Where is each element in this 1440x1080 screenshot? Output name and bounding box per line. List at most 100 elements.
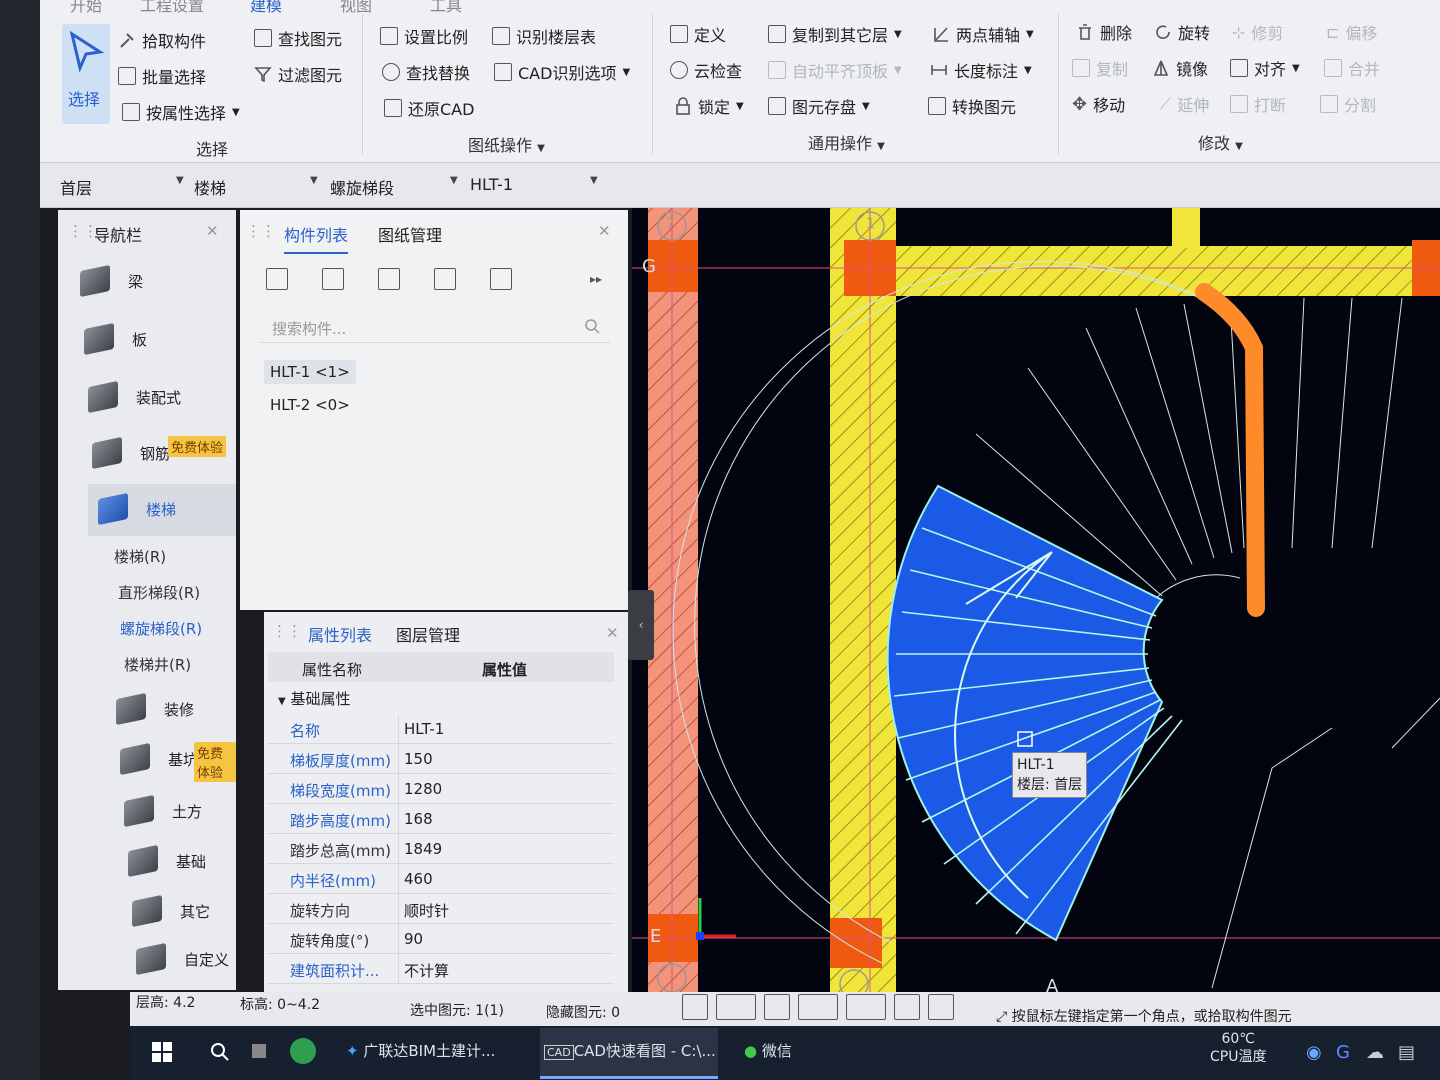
auto-slab-align-button[interactable]: 自动平齐顶板 ▼ bbox=[768, 58, 902, 82]
dimension-input-icon[interactable] bbox=[846, 994, 886, 1020]
wall-stub[interactable] bbox=[1172, 208, 1200, 248]
table-row[interactable]: 建筑面积计... 不计算 bbox=[268, 954, 614, 984]
ortho-icon[interactable] bbox=[682, 994, 708, 1020]
split-button[interactable]: 分割 bbox=[1320, 92, 1376, 116]
search-input[interactable]: 搜索构件... bbox=[272, 318, 346, 339]
tab-tools[interactable]: 工具 bbox=[430, 0, 462, 16]
table-row[interactable]: 旋转方向 顺时针 bbox=[268, 894, 614, 924]
new-component-icon[interactable] bbox=[266, 268, 288, 290]
cloud-icon[interactable]: ☁ bbox=[1366, 1042, 1384, 1063]
select-by-attribute-button[interactable]: 按属性选择 ▼ bbox=[122, 100, 240, 124]
windows-start-icon[interactable] bbox=[152, 1042, 172, 1062]
panel-collapse-toggle[interactable]: ‹ bbox=[628, 590, 654, 660]
type-select[interactable]: 螺旋梯段 ▼ bbox=[330, 175, 460, 199]
nav-item-custom[interactable]: 自定义 bbox=[136, 942, 229, 976]
move-button[interactable]: ✥ 移动 bbox=[1072, 92, 1125, 116]
spiral-stair-flight[interactable] bbox=[886, 484, 1164, 942]
search-icon[interactable] bbox=[210, 1042, 230, 1062]
category-select[interactable]: 楼梯 ▼ bbox=[194, 175, 320, 199]
sub-item-straight-flight[interactable]: 直形梯段(R) bbox=[118, 582, 200, 603]
floor-select[interactable]: 首层 ▼ bbox=[60, 175, 186, 199]
display-icon[interactable] bbox=[894, 994, 920, 1020]
cross-icon[interactable] bbox=[764, 994, 790, 1020]
two-point-axis-button[interactable]: 两点辅轴 ▼ bbox=[932, 22, 1034, 46]
component-select[interactable]: HLT-1 ▼ bbox=[470, 175, 600, 194]
tab-modeling[interactable]: 建模 bbox=[250, 0, 282, 16]
close-icon[interactable]: ✕ bbox=[206, 222, 219, 240]
duplicate-icon[interactable] bbox=[434, 268, 456, 290]
sub-item-stairwell[interactable]: 楼梯井(R) bbox=[124, 654, 191, 675]
break-button[interactable]: 打断 bbox=[1230, 92, 1286, 116]
sub-item-stair[interactable]: 楼梯(R) bbox=[114, 546, 166, 567]
filter-element-button[interactable]: 过滤图元 bbox=[254, 62, 342, 86]
cad-options-button[interactable]: CAD识别选项 ▼ bbox=[494, 60, 630, 84]
drag-handle-icon[interactable]: ⋮⋮ bbox=[272, 622, 302, 640]
set-scale-button[interactable]: 设置比例 bbox=[380, 24, 468, 48]
offset-button[interactable]: ⊏ 偏移 bbox=[1326, 20, 1377, 44]
tab-layer-management[interactable]: 图层管理 bbox=[396, 622, 460, 646]
tab-drawing-management[interactable]: 图纸管理 bbox=[378, 222, 442, 246]
define-button[interactable]: 定义 bbox=[670, 22, 726, 46]
convert-element-button[interactable]: 转换图元 bbox=[928, 94, 1016, 118]
table-row[interactable]: 旋转角度(°) 90 bbox=[268, 924, 614, 954]
taskbar-app-wechat[interactable]: ● 微信 bbox=[744, 1040, 792, 1061]
snap-icon[interactable] bbox=[716, 994, 756, 1020]
component-search[interactable]: 搜索构件... bbox=[260, 310, 610, 343]
align-button[interactable]: 对齐 ▼ bbox=[1230, 56, 1300, 80]
delete-component-icon[interactable] bbox=[378, 268, 400, 290]
table-row[interactable]: 内半径(mm) 460 bbox=[268, 864, 614, 894]
mirror-button[interactable]: 镜像 bbox=[1152, 56, 1208, 80]
tab-project-settings[interactable]: 工程设置 bbox=[140, 0, 204, 16]
nav-item-beam[interactable]: 梁 bbox=[80, 264, 143, 298]
batch-select-button[interactable]: 批量选择 bbox=[118, 64, 206, 88]
lock-button[interactable]: 锁定 ▼ bbox=[674, 94, 744, 118]
nav-item-decoration[interactable]: 装修 bbox=[116, 692, 194, 726]
element-save-button[interactable]: 图元存盘 ▼ bbox=[768, 94, 870, 118]
merge-button[interactable]: 合并 bbox=[1324, 56, 1380, 80]
drawing-canvas[interactable]: G E A 7 1 HLT-1 楼层: 首层 bbox=[632, 208, 1440, 996]
cad-drawing[interactable] bbox=[632, 208, 1440, 996]
pick-component-button[interactable]: 拾取构件 bbox=[118, 28, 206, 52]
taskbar-app-glodon[interactable]: ✦ 广联达BIM土建计... bbox=[346, 1040, 516, 1061]
sub-item-spiral-flight[interactable]: 螺旋梯段(R) bbox=[120, 618, 202, 639]
extend-button[interactable]: ⟋ 延伸 bbox=[1160, 92, 1209, 116]
close-icon[interactable]: ✕ bbox=[598, 222, 611, 240]
list-item[interactable]: HLT-2 <0> bbox=[270, 396, 350, 414]
polar-icon[interactable] bbox=[928, 994, 954, 1020]
copy-button[interactable]: 复制 bbox=[1072, 56, 1128, 80]
nav-item-rebar[interactable]: 钢筋 bbox=[92, 436, 170, 470]
printer-icon[interactable]: ▤ bbox=[1398, 1042, 1415, 1063]
filter-component-icon[interactable] bbox=[490, 268, 512, 290]
table-row[interactable]: 梯板厚度(mm) 150 bbox=[268, 744, 614, 774]
tab-start[interactable]: 开始 bbox=[70, 0, 102, 16]
nav-item-prefab[interactable]: 装配式 bbox=[88, 380, 181, 414]
tab-component-list[interactable]: 构件列表 bbox=[284, 222, 349, 254]
table-row[interactable]: 踏步总高(mm) 1849 bbox=[268, 834, 614, 864]
list-item[interactable]: HLT-1 <1> bbox=[264, 360, 356, 384]
table-row[interactable]: 踏步高度(mm) 168 bbox=[268, 804, 614, 834]
copy-component-icon[interactable] bbox=[322, 268, 344, 290]
taskbar-app-cad[interactable]: CAD CAD快速看图 - C:\... bbox=[544, 1040, 716, 1061]
close-icon[interactable]: ✕ bbox=[606, 624, 619, 642]
browser-icon[interactable] bbox=[290, 1038, 316, 1064]
nav-item-stairs[interactable]: 楼梯 bbox=[98, 492, 176, 526]
find-replace-button[interactable]: 查找替换 bbox=[382, 60, 470, 84]
drag-handle-icon[interactable]: ⋮⋮ bbox=[246, 222, 276, 240]
angle-icon[interactable] bbox=[798, 994, 838, 1020]
nav-item-foundation[interactable]: 基础 bbox=[128, 844, 206, 878]
tab-property-list[interactable]: 属性列表 bbox=[308, 622, 372, 646]
select-tool-button[interactable]: 选择 bbox=[62, 24, 110, 124]
task-view-icon[interactable] bbox=[252, 1044, 266, 1058]
table-row[interactable]: 梯段宽度(mm) 1280 bbox=[268, 774, 614, 804]
tray-app-icon[interactable]: G bbox=[1336, 1042, 1350, 1063]
nav-item-slab[interactable]: 板 bbox=[84, 322, 147, 356]
trim-button[interactable]: ⊹ 修剪 bbox=[1232, 20, 1283, 44]
length-mark-button[interactable]: 长度标注 ▼ bbox=[930, 58, 1032, 82]
tray-app-icon[interactable]: ◉ bbox=[1306, 1042, 1322, 1063]
section-basic-attributes[interactable]: ▼ 基础属性 bbox=[278, 688, 351, 709]
tab-view[interactable]: 视图 bbox=[340, 0, 372, 16]
identify-floor-table-button[interactable]: 识别楼层表 bbox=[492, 24, 596, 48]
column[interactable] bbox=[830, 918, 882, 968]
restore-cad-button[interactable]: 还原CAD bbox=[384, 96, 474, 120]
nav-item-pit[interactable]: 基坑 bbox=[120, 742, 198, 776]
